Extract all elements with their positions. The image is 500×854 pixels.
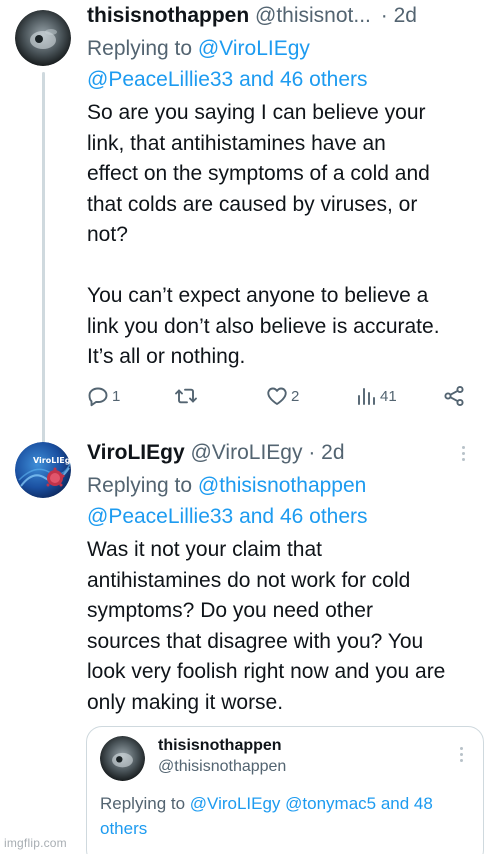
tweet-actions: 1 2 41: [86, 384, 476, 416]
quoted-tweet[interactable]: thisisnothappen @thisisnothappen Replyin…: [86, 726, 484, 854]
like-button[interactable]: 2: [265, 384, 299, 408]
heart-icon: [267, 387, 287, 405]
retweet-icon: [175, 388, 197, 404]
tweet-text: Was it not your claim that antihistamine…: [87, 538, 446, 714]
display-name[interactable]: thisisnothappen: [158, 737, 282, 755]
display-name[interactable]: thisisnothappen: [87, 4, 249, 27]
mention-link[interactable]: @thisisnothappen: [198, 474, 366, 497]
bar-chart-icon: [358, 388, 375, 405]
tweet-header: ViroLIEgy @ViroLIEgy · 2d: [87, 439, 345, 467]
timestamp[interactable]: 2d: [321, 441, 344, 464]
retweet-button[interactable]: [174, 384, 198, 408]
mention-link[interactable]: @ViroLIEgy: [198, 37, 310, 60]
views-count: 41: [380, 387, 397, 405]
more-options-icon[interactable]: [460, 747, 463, 762]
more-options-icon[interactable]: [462, 446, 465, 461]
replying-prefix: Replying to: [87, 37, 198, 60]
user-handle[interactable]: @thisisnot...: [255, 4, 371, 27]
replying-to: Replying to @ViroLIEgy @PeaceLillie33 an…: [87, 33, 487, 95]
avatar-text: ViroLIEgy: [33, 456, 71, 465]
tweet-header: thisisnothappen @thisisnot... · 2d: [87, 2, 417, 30]
replying-prefix: Replying to: [100, 794, 190, 813]
avatar[interactable]: ViroLIEgy: [15, 442, 71, 498]
views-button[interactable]: 41: [354, 384, 397, 408]
mention-link[interactable]: @PeaceLillie33 and 46 others: [87, 68, 368, 91]
separator-dot: ·: [380, 4, 388, 27]
timestamp[interactable]: 2d: [394, 4, 417, 27]
user-handle[interactable]: @ViroLIEgy: [190, 441, 302, 464]
avatar[interactable]: [100, 736, 145, 781]
mention-link[interactable]: @PeaceLillie33 and 46 others: [87, 505, 368, 528]
separator-dot: ·: [308, 441, 316, 464]
replying-to: Replying to @thisisnothappen @PeaceLilli…: [87, 470, 487, 532]
replying-prefix: Replying to: [87, 474, 198, 497]
share-button[interactable]: [442, 384, 466, 408]
watermark: imgflip.com: [4, 836, 67, 850]
reply-count: 1: [112, 387, 121, 405]
tweet-text: So are you saying I can believe your lin…: [87, 101, 440, 368]
share-nodes-icon: [444, 385, 464, 407]
display-name[interactable]: ViroLIEgy: [87, 441, 185, 464]
user-handle[interactable]: @thisisnothappen: [158, 758, 286, 776]
reply-button[interactable]: 1: [86, 384, 120, 408]
avatar[interactable]: [15, 10, 71, 66]
reply-bubble-icon: [88, 387, 108, 407]
like-count: 2: [291, 387, 300, 405]
replying-to: Replying to @ViroLIEgy @tonymac5 and 48 …: [100, 791, 470, 841]
thread-connector: [42, 72, 45, 444]
